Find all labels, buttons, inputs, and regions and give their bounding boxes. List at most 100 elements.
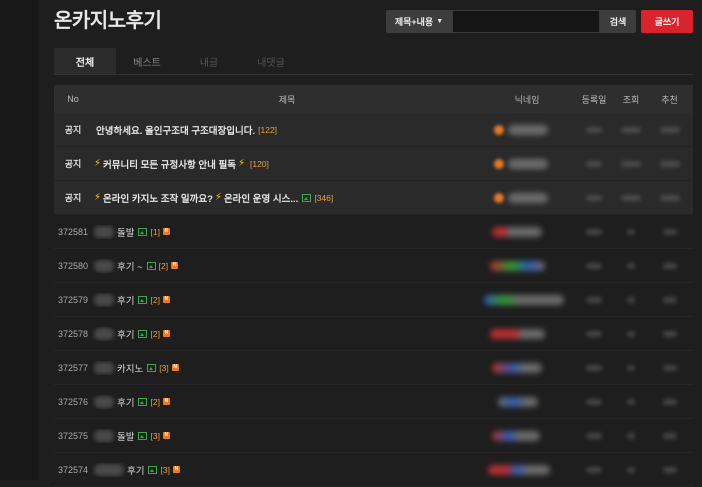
post-number: 372579 (57, 294, 89, 305)
post-title-cell: ⚡ 커뮤니티 모든 규정사항 안내 필독 ⚡ [120] (92, 157, 482, 171)
views-cell (616, 466, 646, 473)
level-icon (494, 124, 504, 135)
post-title-cell: 후기 [2] N (92, 327, 482, 341)
post-title-link[interactable]: 후기 (117, 327, 134, 341)
author-cell[interactable] (482, 226, 572, 237)
post-title-cell: 후기 ~ [2] N (92, 259, 482, 273)
tab-my-posts[interactable]: 내글 (178, 48, 240, 74)
level-icon (494, 158, 504, 169)
date-cell (572, 228, 616, 235)
author-nickname-blurred (508, 192, 548, 203)
date-cell (572, 364, 616, 371)
post-title-cell: ⚡ 온라인 카지노 조작 일까요? ⚡ 온라인 운영 시스... [346] (92, 191, 482, 205)
post-title-link[interactable]: 돌발 (117, 429, 134, 443)
new-badge-icon: N (171, 262, 179, 269)
post-title-link[interactable]: 온라인 카지노 조작 일까요? (103, 191, 213, 205)
author-cell[interactable] (482, 260, 572, 271)
lightning-icon: ⚡ (237, 158, 245, 169)
post-title-link[interactable]: 후기 (117, 395, 134, 409)
recommend-cell (646, 364, 693, 371)
author-nickname-blurred (490, 260, 545, 271)
tab-all[interactable]: 전체 (54, 48, 116, 74)
notice-row[interactable]: 공지 ⚡ 커뮤니티 모든 규정사항 안내 필독 ⚡ [120] (54, 147, 693, 181)
table-row[interactable]: 372574 후기 [3] N (54, 453, 693, 487)
post-title-link[interactable]: 후기 ~ (117, 259, 143, 273)
views-cell (616, 228, 646, 235)
new-badge-icon: N (162, 398, 170, 405)
search-button[interactable]: 검색 (600, 10, 636, 33)
notice-row[interactable]: 공지 ⚡ 온라인 카지노 조작 일까요? ⚡ 온라인 운영 시스... [346… (54, 181, 693, 215)
author-cell[interactable] (482, 158, 572, 169)
post-table: No 제목 닉네임 등록일 조회 추천 공지 안녕하세요. 올인구조대 구조대장… (54, 85, 693, 487)
date-cell (572, 330, 616, 337)
author-cell[interactable] (482, 124, 572, 135)
tab-best[interactable]: 베스트 (116, 48, 178, 74)
blurred-title-prefix (94, 293, 114, 306)
new-badge-icon: N (162, 330, 170, 337)
new-badge-icon: N (172, 466, 180, 473)
post-number: 372577 (57, 362, 89, 373)
post-title-link[interactable]: 후기 (127, 463, 144, 477)
blurred-title-prefix (94, 327, 114, 340)
post-title-link[interactable]: 후기 (117, 293, 134, 307)
table-row[interactable]: 372581 돌발 [1] N (54, 215, 693, 249)
recommend-cell (646, 398, 693, 405)
blurred-title-prefix (94, 361, 114, 374)
table-row[interactable]: 372578 후기 [2] N (54, 317, 693, 351)
write-button[interactable]: 글쓰기 (641, 10, 693, 33)
new-badge-icon: N (171, 364, 179, 371)
author-nickname-blurred (492, 226, 542, 237)
comment-count: [2] (150, 294, 160, 305)
search-bar: 제목+내용 ▼ 검색 (386, 10, 636, 33)
col-no-header: No (67, 94, 79, 104)
author-cell[interactable] (482, 328, 572, 339)
author-cell[interactable] (482, 192, 572, 203)
search-scope-select[interactable]: 제목+내용 ▼ (386, 10, 452, 33)
table-row[interactable]: 372580 후기 ~ [2] N (54, 249, 693, 283)
author-cell[interactable] (482, 294, 572, 305)
tab-my-comments[interactable]: 내댓글 (240, 48, 302, 74)
author-nickname-blurred (488, 464, 550, 475)
comment-count: [120] (249, 158, 269, 169)
author-nickname-blurred (508, 158, 548, 169)
table-row[interactable]: 372579 후기 [2] N (54, 283, 693, 317)
post-title-cell: 돌발 [1] N (92, 225, 482, 239)
post-title-cell: 돌발 [3] N (92, 429, 482, 443)
image-attachment-icon (138, 431, 148, 440)
recommend-cell (646, 160, 693, 167)
author-cell[interactable] (482, 464, 572, 475)
comment-count: [3] (160, 464, 170, 475)
post-number: 372575 (57, 430, 89, 441)
author-cell[interactable] (482, 430, 572, 441)
table-row[interactable]: 372576 후기 [2] N (54, 385, 693, 419)
col-date-header: 등록일 (581, 94, 607, 105)
table-row[interactable]: 372577 카지노 [3] N (54, 351, 693, 385)
search-scope-label: 제목+내용 (394, 17, 434, 27)
post-title-link[interactable]: 돌발 (117, 225, 134, 239)
post-title-link[interactable]: 안녕하세요. 올인구조대 구조대장입니다. (96, 123, 255, 137)
author-cell[interactable] (482, 396, 572, 407)
post-title-link[interactable]: 커뮤니티 모든 규정사항 안내 필독 (103, 157, 236, 171)
image-attachment-icon (146, 261, 156, 270)
date-cell (572, 432, 616, 439)
notice-row[interactable]: 공지 안녕하세요. 올인구조대 구조대장입니다. [122] (54, 113, 693, 147)
author-nickname-blurred (484, 294, 564, 305)
post-title-link[interactable]: 카지노 (117, 361, 143, 375)
recommend-cell (646, 466, 693, 473)
author-cell[interactable] (482, 362, 572, 373)
col-title-header: 제목 (278, 94, 296, 105)
date-cell (572, 466, 616, 473)
comment-count: [2] (150, 328, 160, 339)
level-icon (494, 192, 504, 203)
comment-count: [3] (159, 362, 169, 373)
comment-count: [2] (158, 260, 169, 271)
table-row[interactable]: 372575 돌발 [3] N (54, 419, 693, 453)
comment-count: [1] (150, 226, 160, 237)
search-input[interactable] (452, 10, 600, 33)
notice-badge: 공지 (64, 125, 82, 135)
blurred-title-prefix (94, 225, 114, 238)
post-title-cell: 후기 [2] N (92, 293, 482, 307)
date-cell (572, 160, 616, 167)
post-number: 372576 (57, 396, 89, 407)
post-title-link-cont[interactable]: 온라인 운영 시스... (224, 191, 298, 205)
